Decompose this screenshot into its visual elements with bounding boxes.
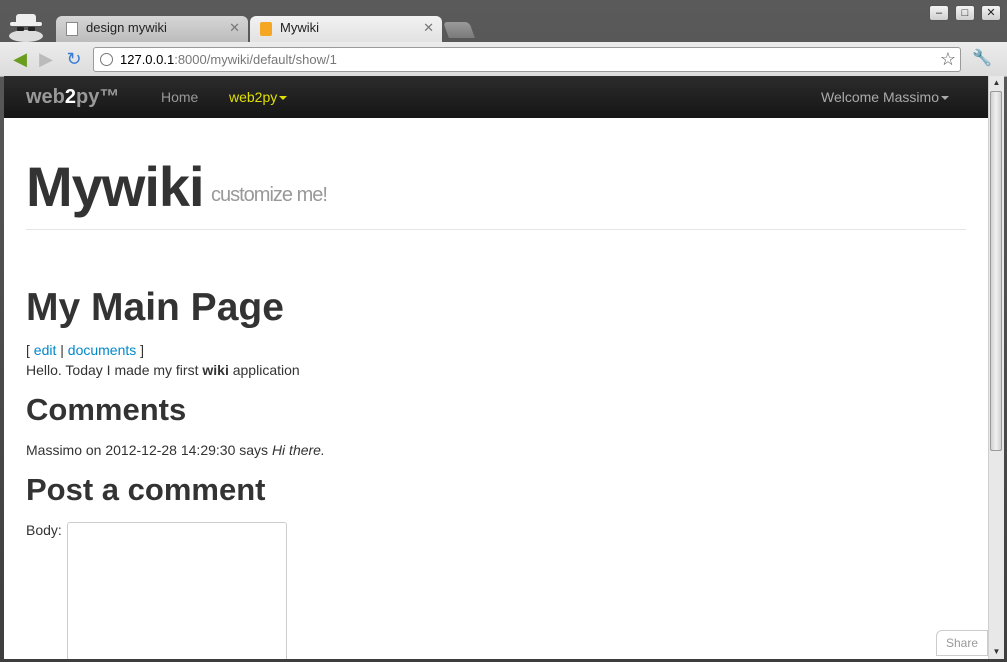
new-tab-button[interactable] [443,22,475,38]
post-comment-heading: Post a comment [26,472,266,507]
globe-icon [100,53,113,66]
caret-down-icon [941,96,949,101]
forward-arrow-icon[interactable]: ▶ [35,48,57,70]
brand-logo[interactable]: web2py™ [26,86,119,109]
web2py-favicon-icon [260,22,272,36]
edit-link[interactable]: edit [34,342,57,358]
close-window-button[interactable]: ✕ [981,5,1001,21]
address-bar[interactable]: 127.0.0.1:8000/mywiki/default/show/1 ☆ [93,47,961,72]
comments-heading: Comments [26,392,187,427]
tab-title: design mywiki [86,20,167,35]
close-tab-icon[interactable]: ✕ [229,20,240,36]
page-icon [66,22,78,36]
back-arrow-icon[interactable]: ◀ [9,48,31,70]
url-path: :8000/mywiki/default/show/1 [174,52,337,67]
nav-web2py-dropdown[interactable]: web2py [229,89,288,105]
tab-title: Mywiki [280,20,319,35]
brand-suffix: py™ [76,86,120,108]
site-navbar: web2py™ Home web2py Welcome Massimo [4,76,988,118]
vertical-scrollbar[interactable]: ▲ ▼ [988,76,1004,659]
body-label: Body: [26,522,62,538]
page-title: My Main Page [26,286,284,329]
close-tab-icon[interactable]: ✕ [423,20,434,36]
scrollbar-thumb[interactable] [990,91,1002,451]
divider [26,229,966,230]
comment-body-textarea[interactable] [67,522,287,659]
scroll-down-arrow-icon[interactable]: ▼ [989,645,1004,659]
nav-web2py-label: web2py [229,89,278,105]
minimize-button[interactable]: – [929,5,949,21]
brand-prefix: web [26,86,65,108]
scroll-up-arrow-icon[interactable]: ▲ [989,76,1004,90]
maximize-button[interactable]: □ [955,5,975,21]
url-text[interactable]: 127.0.0.1:8000/mywiki/default/show/1 [120,52,337,67]
body-text: Hello. Today I made my first [26,362,203,378]
body-text-end: application [228,362,300,378]
caret-down-icon [279,96,288,101]
bracket-open: [ [26,342,34,358]
wrench-icon[interactable]: 🔧 [972,48,992,68]
documents-link[interactable]: documents [68,342,136,358]
app-title: Mywiki [26,155,205,218]
url-host: 127.0.0.1 [120,52,175,67]
bookmark-star-icon[interactable]: ☆ [940,49,956,70]
user-welcome-dropdown[interactable]: Welcome Massimo [821,89,949,105]
page-body: Hello. Today I made my first wiki applic… [26,362,300,378]
brand-bold: 2 [64,86,77,108]
share-button[interactable]: Share [936,630,988,656]
reload-icon[interactable]: ↻ [63,48,85,70]
link-separator: | [56,342,68,358]
nav-home-link[interactable]: Home [161,89,198,105]
comment-text: Hi there. [271,442,325,458]
page-actions: [ edit | documents ] [26,342,144,358]
bracket-close: ] [136,342,145,358]
body-bold-text: wiki [202,362,229,378]
comment-item: Massimo on 2012-12-28 14:29:30 says Hi t… [26,442,325,458]
comment-meta: Massimo on 2012-12-28 14:29:30 says [26,442,272,458]
tab-design-mywiki[interactable]: design mywiki ✕ [56,16,248,42]
tab-mywiki[interactable]: Mywiki ✕ [250,16,442,42]
incognito-icon [9,14,43,42]
welcome-label: Welcome Massimo [821,89,939,105]
app-subtitle: customize me! [211,184,328,206]
browser-toolbar: ◀ ▶ ↻ 127.0.0.1:8000/mywiki/default/show… [0,42,1007,77]
page-viewport: web2py™ Home web2py Welcome Massimo Mywi… [4,76,988,659]
